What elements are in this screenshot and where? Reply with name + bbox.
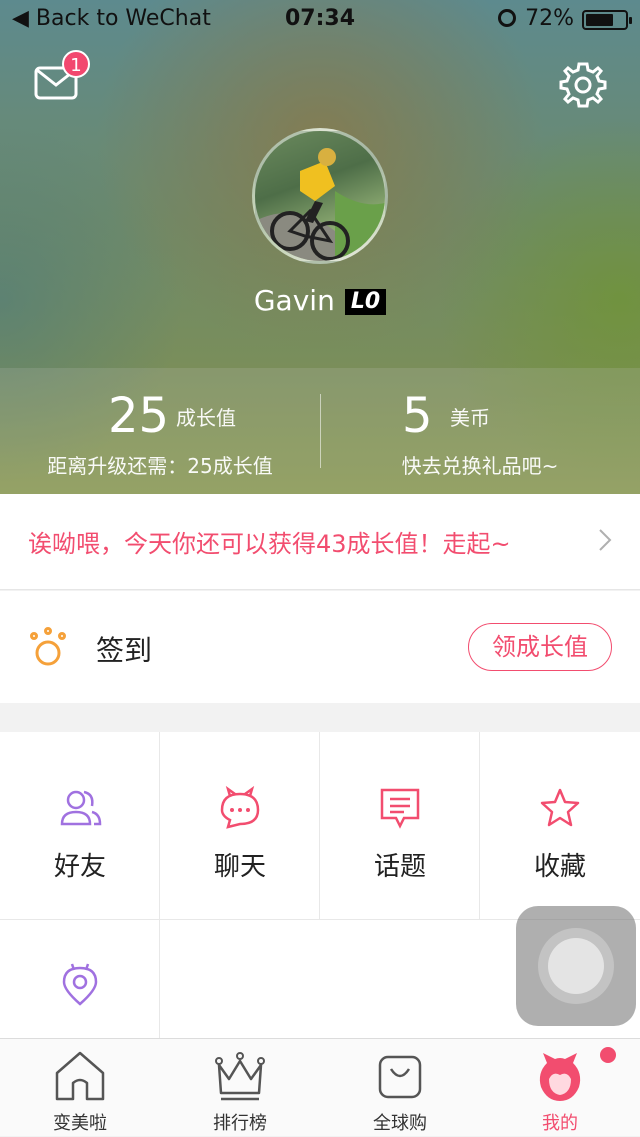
signin-label: 签到 — [96, 634, 153, 667]
tab-global-shop[interactable]: 全球购 — [320, 1039, 480, 1137]
star-icon — [540, 788, 580, 827]
friends-icon — [60, 790, 102, 826]
tab-beauty[interactable]: 变美啦 — [0, 1039, 160, 1137]
crown-icon — [215, 1052, 265, 1101]
grid-label: 话题 — [373, 852, 426, 882]
claim-growth-button[interactable]: 领成长值 — [468, 623, 612, 671]
tab-bar: 变美啦 排行榜 全球购 我的 — [0, 1038, 640, 1136]
alarm-icon — [498, 9, 516, 27]
grid-label: 好友 — [53, 852, 106, 882]
grid-label: 聊天 — [213, 852, 266, 882]
username: Gavin — [253, 284, 335, 317]
growth-value: 25 — [108, 388, 170, 444]
topic-icon — [380, 788, 420, 829]
tab-ranking[interactable]: 排行榜 — [160, 1039, 320, 1137]
tab-label: 全球购 — [373, 1113, 427, 1134]
grid-item-friends[interactable]: 好友 — [0, 732, 160, 920]
growth-stat[interactable]: 25 成长值 距离升级还需：25成长值 — [0, 368, 320, 494]
coins-sub: 快去兑换礼品吧~ — [401, 454, 559, 478]
battery-percent: 72% — [525, 6, 574, 31]
stats-bar: 25 成长值 距离升级还需：25成长值 5 美币 快去兑换礼品吧~ — [0, 368, 640, 494]
profile-icon — [539, 1053, 581, 1101]
assistive-touch-button[interactable] — [516, 906, 636, 1026]
signin-row: 签到 领成长值 — [0, 591, 640, 703]
promo-text: 诶呦喂，今天你还可以获得43成长值！走起~ — [28, 530, 511, 558]
assistive-ring-inner — [548, 938, 604, 994]
notification-dot — [600, 1047, 616, 1063]
tab-mine[interactable]: 我的 — [480, 1039, 640, 1137]
location-icon — [62, 963, 98, 1006]
home-icon — [55, 1051, 105, 1101]
coins-stat[interactable]: 5 美币 快去兑换礼品吧~ — [320, 368, 640, 494]
promo-row[interactable]: 诶呦喂，今天你还可以获得43成长值！走起~ — [0, 494, 640, 590]
growth-unit: 成长值 — [176, 406, 236, 430]
grid-label: 收藏 — [533, 852, 586, 882]
chevron-right-icon — [599, 529, 612, 551]
grid-item-chat[interactable]: 聊天 — [160, 732, 320, 920]
grid-item-favorites[interactable]: 收藏 — [480, 732, 640, 920]
coins-value: 5 — [402, 388, 433, 444]
username-row: Gavin L0 — [0, 284, 640, 317]
grid-item-topic[interactable]: 话题 — [320, 732, 480, 920]
tab-label: 变美啦 — [53, 1113, 107, 1134]
growth-sub: 距离升级还需：25成长值 — [47, 454, 273, 478]
avatar-cyclist-icon — [255, 148, 385, 261]
mail-badge: 1 — [62, 50, 90, 78]
profile-header: ◀ Back to WeChat 07:34 72% 1 Gavin L0 25… — [0, 0, 640, 494]
avatar[interactable] — [252, 128, 388, 264]
battery-icon — [582, 10, 632, 30]
grid-item-location[interactable] — [0, 920, 160, 1042]
gear-icon[interactable] — [558, 60, 608, 110]
bag-icon — [378, 1055, 422, 1099]
level-badge: L0 — [344, 289, 387, 315]
tab-label: 排行榜 — [213, 1113, 267, 1134]
chat-icon — [220, 786, 260, 829]
tab-label: 我的 — [542, 1113, 578, 1134]
battery-fill — [586, 14, 614, 26]
status-bar: ◀ Back to WeChat 07:34 72% — [0, 0, 640, 40]
coins-unit: 美币 — [450, 406, 490, 430]
paw-icon — [30, 627, 66, 666]
